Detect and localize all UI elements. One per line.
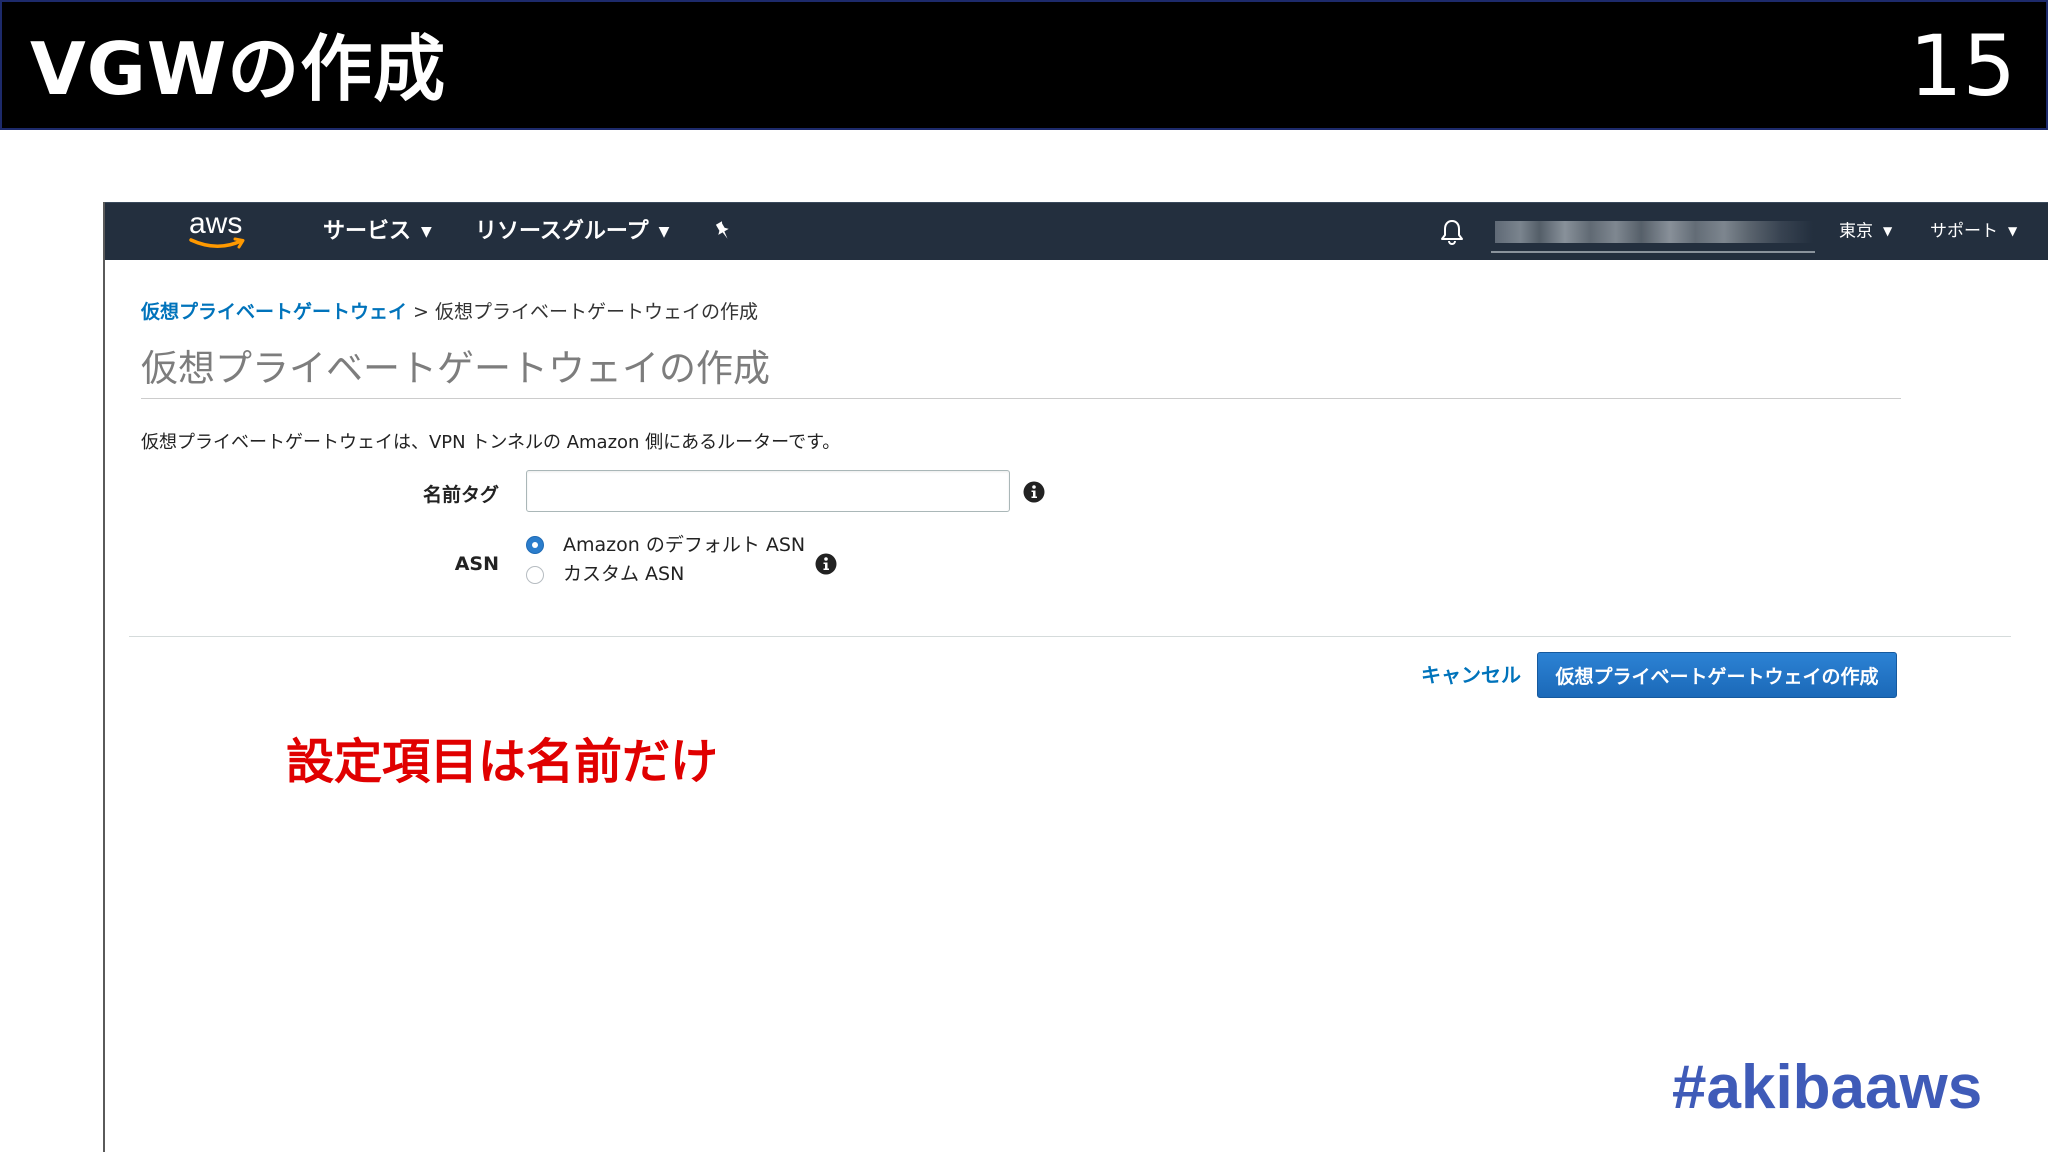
slide-page-number: 15 (1909, 17, 2016, 115)
asn-default-radio[interactable] (526, 536, 544, 554)
breadcrumb-current: 仮想プライベートゲートウェイの作成 (434, 301, 758, 323)
slide-hashtag: #akibaaws (1672, 1053, 1983, 1122)
bell-icon[interactable] (1439, 218, 1465, 246)
pin-icon[interactable] (711, 219, 735, 243)
chevron-down-icon: ▼ (658, 223, 670, 240)
asn-custom-radio[interactable] (526, 566, 544, 584)
breadcrumb-parent-link[interactable]: 仮想プライベートゲートウェイ (141, 301, 407, 323)
account-menu-underline (1491, 251, 1815, 253)
slide-annotation: 設定項目は名前だけ (286, 734, 719, 790)
aws-top-nav: aws サービス ▼ リソースグループ ▼ 東京 ▼ サポート ▼ (105, 202, 2048, 260)
slide-title: VGWの作成 (30, 27, 447, 111)
aws-logo-text: aws (189, 207, 243, 240)
services-menu-label: サービス (323, 219, 412, 244)
asn-label: ASN (454, 553, 499, 575)
services-menu[interactable]: サービス ▼ (323, 203, 432, 260)
page-title: 仮想プライベートゲートウェイの作成 (141, 347, 770, 390)
create-vgw-button[interactable]: 仮想プライベートゲートウェイの作成 (1537, 652, 1897, 698)
chevron-down-icon: ▼ (1883, 224, 1893, 238)
region-menu-label: 東京 (1839, 221, 1873, 242)
asn-default-label[interactable]: Amazon のデフォルト ASN (563, 530, 805, 557)
breadcrumb: 仮想プライベートゲートウェイ > 仮想プライベートゲートウェイの作成 (141, 297, 758, 324)
form-divider (129, 636, 2011, 637)
asn-custom-label[interactable]: カスタム ASN (563, 559, 684, 586)
account-menu-redacted[interactable] (1495, 221, 1813, 243)
name-tag-label: 名前タグ (422, 484, 499, 506)
breadcrumb-separator: > (413, 301, 429, 323)
aws-logo[interactable]: aws (185, 207, 249, 255)
console-screenshot: aws サービス ▼ リソースグループ ▼ 東京 ▼ サポート ▼ 仮想プライベ… (103, 202, 2048, 1152)
name-tag-input[interactable] (526, 470, 1010, 512)
slide-header: VGWの作成 15 (0, 0, 2048, 130)
resource-groups-menu[interactable]: リソースグループ ▼ (475, 203, 669, 260)
region-menu[interactable]: 東京 ▼ (1839, 203, 1892, 260)
chevron-down-icon: ▼ (421, 223, 432, 240)
aws-smile-icon (189, 237, 245, 249)
info-icon[interactable] (1023, 481, 1045, 503)
resource-groups-menu-label: リソースグループ (475, 219, 649, 244)
support-menu[interactable]: サポート ▼ (1930, 203, 2017, 260)
cancel-button[interactable]: キャンセル (1421, 660, 1521, 690)
heading-divider (141, 398, 1901, 399)
page-description: 仮想プライベートゲートウェイは、VPN トンネルの Amazon 側にあるルータ… (141, 432, 841, 453)
info-icon[interactable] (815, 553, 837, 575)
support-menu-label: サポート (1930, 221, 1998, 242)
chevron-down-icon: ▼ (2008, 224, 2018, 238)
